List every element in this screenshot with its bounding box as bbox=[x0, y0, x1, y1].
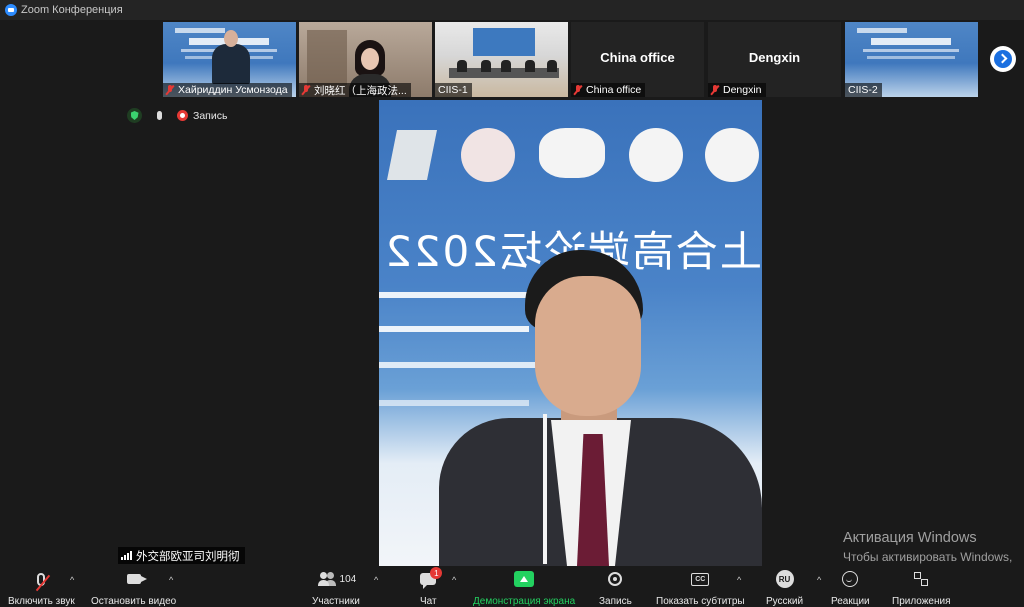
stop-video-button[interactable]: Остановить видео bbox=[91, 570, 176, 607]
window-title: Zoom Конференция bbox=[21, 4, 123, 16]
language-label: Русский bbox=[766, 596, 804, 607]
record-icon bbox=[177, 110, 188, 121]
chat-options-caret-icon[interactable]: ^ bbox=[452, 575, 456, 585]
mic-muted-icon bbox=[711, 85, 719, 95]
participant-name: 刘晓红（上海政法... bbox=[314, 84, 407, 97]
audio-options-caret-icon[interactable]: ^ bbox=[70, 575, 74, 585]
chat-unread-badge: 1 bbox=[430, 567, 443, 579]
forum-logo bbox=[705, 128, 759, 182]
active-speaker-video[interactable]: 上合高端论坛2022 bbox=[379, 100, 762, 566]
captions-options-caret-icon[interactable]: ^ bbox=[737, 575, 741, 585]
forum-logo bbox=[539, 128, 605, 178]
thumbnail-strip: Хайриддин Усмонзода 刘晓红（上海政法... CIIS-1 C… bbox=[0, 22, 1024, 97]
unmute-label: Включить звук bbox=[8, 596, 75, 607]
participant-label: Dengxin bbox=[748, 50, 801, 65]
participants-label: Участники bbox=[312, 596, 360, 607]
chat-button[interactable]: 1 Чат bbox=[420, 567, 443, 607]
signal-strength-icon bbox=[121, 551, 132, 560]
participants-button[interactable]: 104 Участники bbox=[312, 570, 360, 607]
participant-name: CIIS-1 bbox=[438, 84, 468, 96]
share-screen-label: Демонстрация экрана bbox=[473, 596, 576, 607]
microphone-icon[interactable] bbox=[152, 108, 167, 123]
apps-icon bbox=[914, 572, 929, 586]
record-icon bbox=[608, 572, 623, 586]
thumbnail-tile[interactable]: Хайриддин Усмонзода bbox=[163, 22, 296, 97]
participants-options-caret-icon[interactable]: ^ bbox=[374, 575, 378, 585]
participant-name: CIIS-2 bbox=[848, 84, 878, 96]
mic-muted-icon bbox=[166, 85, 174, 95]
participants-icon bbox=[316, 572, 336, 586]
captions-icon: CC bbox=[691, 572, 710, 586]
language-icon: RU bbox=[775, 570, 794, 588]
mic-muted-icon bbox=[574, 85, 582, 95]
smiley-icon bbox=[842, 571, 859, 587]
microphone-icon bbox=[36, 572, 51, 591]
record-button[interactable]: Запись bbox=[599, 570, 632, 607]
participants-count: 104 bbox=[339, 573, 357, 585]
apps-button[interactable]: Приложения bbox=[892, 570, 951, 607]
recording-label: Запись bbox=[193, 109, 228, 122]
encryption-shield-icon[interactable] bbox=[127, 108, 142, 123]
reactions-button[interactable]: Реакции bbox=[831, 570, 870, 607]
stop-video-label: Остановить видео bbox=[91, 596, 177, 607]
participant-name: Хайриддин Усмонзода bbox=[178, 84, 288, 96]
record-label: Запись bbox=[599, 596, 632, 607]
thumbnail-tile[interactable]: Dengxin Dengxin bbox=[708, 22, 841, 97]
thumbnail-tile[interactable]: CIIS-2 bbox=[845, 22, 978, 97]
participant-name-plate: CIIS-1 bbox=[435, 83, 472, 97]
thumbnail-tile[interactable]: 刘晓红（上海政法... bbox=[299, 22, 432, 97]
participant-name: China office bbox=[586, 84, 642, 96]
meeting-status-bar: Запись bbox=[127, 108, 227, 123]
thumbnail-tile[interactable]: CIIS-1 bbox=[435, 22, 568, 97]
participant-video bbox=[212, 30, 250, 84]
mute-slash-icon bbox=[36, 574, 51, 591]
zoom-app-icon bbox=[5, 4, 17, 16]
apps-label: Приложения bbox=[892, 596, 951, 607]
language-options-caret-icon[interactable]: ^ bbox=[817, 575, 821, 585]
share-screen-icon bbox=[514, 571, 535, 587]
participant-label: China office bbox=[600, 50, 675, 65]
show-captions-button[interactable]: CC Показать субтитры bbox=[656, 570, 745, 607]
speaker-figure bbox=[439, 250, 762, 566]
unmute-button[interactable]: Включить звук bbox=[8, 570, 75, 607]
video-options-caret-icon[interactable]: ^ bbox=[169, 575, 173, 585]
participant-name-plate: China office bbox=[571, 83, 646, 97]
watermark-title: Активация Windows bbox=[843, 530, 977, 546]
speaker-name-tag: 外交部欧亚司刘明彻 bbox=[118, 547, 245, 564]
forum-logo bbox=[629, 128, 683, 182]
share-screen-button[interactable]: Демонстрация экрана bbox=[473, 570, 575, 607]
forum-logo bbox=[461, 128, 515, 182]
title-bar: Zoom Конференция bbox=[0, 0, 1024, 20]
show-captions-label: Показать субтитры bbox=[656, 596, 745, 607]
chat-label: Чат bbox=[420, 596, 437, 607]
next-page-button[interactable] bbox=[990, 46, 1016, 72]
mic-muted-icon bbox=[302, 85, 310, 95]
speaker-name: 外交部欧亚司刘明彻 bbox=[136, 550, 240, 563]
language-button[interactable]: RU Русский bbox=[766, 570, 803, 607]
recording-indicator[interactable]: Запись bbox=[177, 110, 227, 122]
reactions-label: Реакции bbox=[831, 596, 870, 607]
participant-name-plate: Dengxin bbox=[708, 83, 766, 97]
camera-icon bbox=[126, 574, 147, 584]
meeting-toolbar: Включить звук ^ Остановить видео ^ 104 У… bbox=[0, 566, 1024, 607]
chevron-right-icon bbox=[994, 50, 1012, 68]
participant-name: Dengxin bbox=[723, 84, 762, 96]
participant-name-plate: CIIS-2 bbox=[845, 83, 882, 97]
participant-name-plate: 刘晓红（上海政法... bbox=[299, 83, 411, 97]
participant-name-plate: Хайриддин Усмонзода bbox=[163, 83, 292, 97]
thumbnail-tile[interactable]: China office China office bbox=[571, 22, 704, 97]
